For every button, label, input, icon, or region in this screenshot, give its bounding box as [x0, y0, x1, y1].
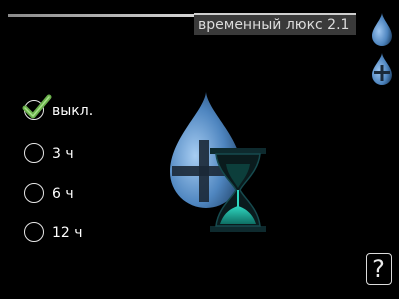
radio-button[interactable] — [24, 183, 44, 203]
option-label: выкл. — [52, 103, 94, 119]
checkmark-icon — [22, 94, 52, 119]
header-line — [8, 14, 198, 17]
hot-water-luxury-timer-icon — [170, 92, 266, 232]
radio-button[interactable] — [24, 143, 44, 163]
help-icon: ? — [372, 255, 385, 283]
radio-button[interactable] — [24, 222, 44, 242]
help-button[interactable]: ? — [366, 253, 392, 285]
option-label: 6 ч — [52, 186, 74, 202]
title-box: временный люкс 2.1 — [194, 13, 356, 35]
water-drop-icon — [372, 13, 392, 46]
screen: временный люкс 2.1 выкл. 3 ч 6 ч 12 ч ? — [0, 0, 399, 299]
option-label: 3 ч — [52, 146, 74, 162]
water-drop-plus-icon — [372, 53, 392, 85]
page-title: временный люкс 2.1 — [198, 17, 350, 33]
option-label: 12 ч — [52, 225, 83, 241]
